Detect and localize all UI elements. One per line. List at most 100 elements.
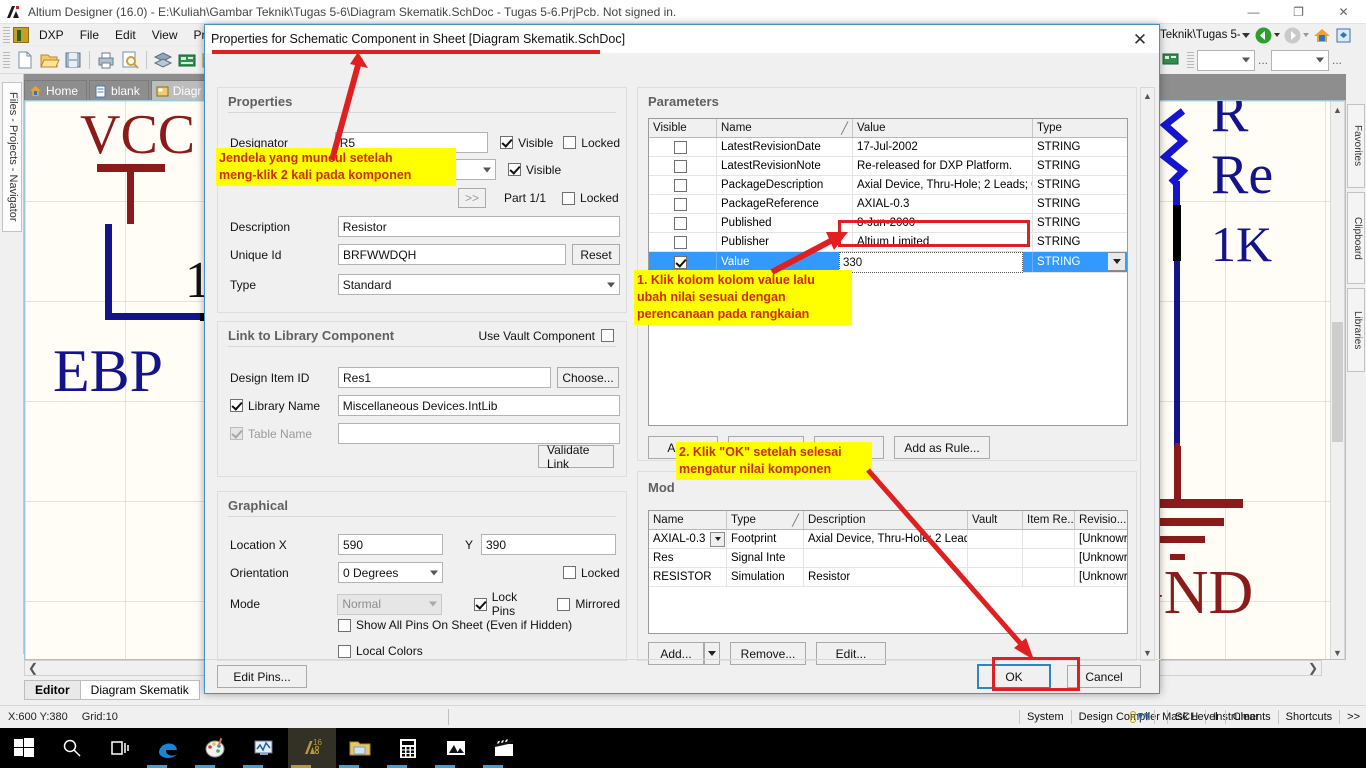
close-icon[interactable]: ✕ [1321, 0, 1366, 24]
component-icon[interactable] [1161, 49, 1183, 71]
task-view-icon[interactable] [96, 728, 144, 768]
row-value[interactable]: 17-Jul-2002 [853, 138, 1033, 156]
orientation-combo[interactable]: 0 Degrees [338, 562, 443, 583]
unique-id-input[interactable]: BRFWWDQH [338, 244, 566, 265]
editor-tab-diagram-skematik[interactable]: Diagram Skematik [79, 680, 200, 700]
save-icon[interactable] [62, 49, 84, 71]
table-row[interactable]: LatestRevisionNote Re-released for DXP Pl… [649, 157, 1127, 176]
location-y-input[interactable]: 390 [481, 534, 616, 555]
table-row[interactable]: Res Signal Inte [Unknowr [649, 549, 1127, 568]
edit-pins-button[interactable]: Edit Pins... [217, 665, 307, 688]
table-row[interactable]: LatestRevisionDate 17-Jul-2002 STRING [649, 138, 1127, 157]
column-name[interactable]: Name [721, 122, 752, 134]
menubar-grip[interactable] [3, 26, 10, 43]
maximize-icon[interactable]: ❐ [1276, 0, 1321, 24]
models-table[interactable]: Name Type ╱ Description Vault Item Re...… [648, 510, 1128, 634]
refresh-icon[interactable] [1335, 27, 1352, 44]
sidebar-panel-libraries[interactable]: Libraries [1347, 288, 1365, 372]
column-vault[interactable]: Vault [968, 511, 1023, 529]
monitor-icon[interactable] [240, 728, 288, 768]
scroll-up-icon[interactable]: ▲ [1141, 88, 1154, 103]
comment-visible-checkbox[interactable]: Visible [508, 163, 561, 177]
designator-visible-checkbox[interactable]: Visible [500, 136, 553, 150]
status-link-shortcuts[interactable]: Shortcuts [1277, 710, 1339, 724]
doc-tab-blank[interactable]: blank [89, 80, 149, 101]
choose-button[interactable]: Choose... [557, 367, 619, 388]
print-icon[interactable] [95, 49, 117, 71]
row-visible-checkbox[interactable] [673, 178, 687, 192]
menu-item-view[interactable]: View [144, 26, 186, 44]
row-visible-checkbox[interactable] [673, 159, 687, 173]
show-all-pins-checkbox[interactable]: Show All Pins On Sheet (Even if Hidden) [338, 618, 572, 632]
pcb-stack-icon[interactable] [152, 49, 174, 71]
forward-icon[interactable] [1284, 27, 1301, 44]
expand-comment-button[interactable]: >> [458, 188, 486, 208]
table-row[interactable]: PackageDescription Axial Device, Thru-Hol… [649, 176, 1127, 195]
paint-icon[interactable] [192, 728, 240, 768]
designator-locked-checkbox[interactable]: Locked [563, 136, 620, 150]
sidebar-panel-files-projects-navigator[interactable]: Files - Projects - Navigator ... [0, 82, 22, 232]
mirrored-checkbox[interactable]: Mirrored [557, 597, 620, 611]
altium-icon[interactable]: 16 [288, 728, 336, 768]
column-value[interactable]: Value [853, 119, 1033, 137]
column-description[interactable]: Description [804, 511, 968, 529]
column-type[interactable]: Type [1033, 119, 1127, 137]
parameters-add-as-rule-button[interactable]: Add as Rule... [894, 436, 990, 459]
local-colors-checkbox[interactable]: Local Colors [338, 644, 423, 658]
mask-filter-icon[interactable] [1129, 710, 1151, 724]
new-document-icon[interactable] [14, 49, 36, 71]
row-visible-checkbox[interactable] [673, 255, 687, 269]
sidebar-panel-favorites[interactable]: Favorites [1347, 104, 1365, 188]
scroll-left-icon[interactable]: ❮ [28, 661, 38, 675]
menu-item-file[interactable]: File [72, 26, 107, 44]
forward-dropdown-icon[interactable] [1303, 33, 1309, 37]
row-type-dropdown-icon[interactable] [1107, 252, 1126, 271]
doc-tab-diagram[interactable]: Diagr [150, 80, 211, 101]
column-revision[interactable]: Revisio... [1075, 511, 1127, 529]
sidebar-panel-clipboard[interactable]: Clipboard [1347, 192, 1365, 284]
model-name-dropdown-icon[interactable] [710, 531, 725, 547]
dialog-vertical-scrollbar[interactable]: ▲ ▼ [1140, 87, 1155, 661]
menu-item-dxp[interactable]: DXP [31, 26, 72, 44]
design-item-id-input[interactable]: Res1 [338, 367, 551, 388]
row-value[interactable]: AXIAL-0.3 [853, 195, 1033, 213]
library-name-checkbox[interactable]: Library Name [230, 399, 338, 413]
table-row[interactable]: AXIAL-0.3 Footprint Axial Device, Thru-H… [649, 530, 1127, 549]
photos-icon[interactable] [432, 728, 480, 768]
parameter-value-editor[interactable]: 330 [839, 252, 1023, 273]
toolbar-grip[interactable] [3, 51, 10, 68]
explorer-icon[interactable] [336, 728, 384, 768]
row-value[interactable]: Axial Device, Thru-Hole; 2 Leads; 0. [853, 176, 1033, 194]
ellipsis-2[interactable]: ... [1332, 53, 1342, 67]
description-input[interactable]: Resistor [337, 216, 620, 237]
filter-combo-1[interactable] [1197, 49, 1255, 71]
lock-pins-checkbox[interactable]: Lock Pins [473, 590, 544, 618]
row-visible-checkbox[interactable] [673, 235, 687, 249]
use-vault-component-checkbox[interactable]: Use Vault Component [478, 329, 614, 343]
dialog-close-icon[interactable]: ✕ [1125, 28, 1155, 52]
library-name-input[interactable]: Miscellaneous Devices.IntLib [337, 395, 620, 416]
part-locked-checkbox[interactable]: Locked [562, 191, 619, 205]
column-visible[interactable]: Visible [649, 119, 717, 137]
back-icon[interactable] [1255, 27, 1272, 44]
doc-tab-home[interactable]: Home [24, 80, 88, 101]
reset-unique-id-button[interactable]: Reset [572, 244, 620, 265]
row-visible-checkbox[interactable] [673, 140, 687, 154]
column-item-rev[interactable]: Item Re... [1023, 511, 1075, 529]
ellipsis-1[interactable]: ... [1258, 53, 1268, 67]
search-icon[interactable] [48, 728, 96, 768]
scroll-down-icon[interactable]: ▼ [1331, 645, 1344, 659]
minimize-icon[interactable]: — [1231, 0, 1276, 24]
status-link-more[interactable]: >> [1339, 710, 1366, 724]
location-x-input[interactable]: 590 [338, 534, 443, 555]
status-link-system[interactable]: System [1018, 710, 1071, 724]
orientation-locked-checkbox[interactable]: Locked [563, 566, 620, 580]
row-value[interactable]: Re-released for DXP Platform. [853, 157, 1033, 175]
menu-item-edit[interactable]: Edit [107, 26, 144, 44]
table-row[interactable]: RESISTOR Simulation Resistor [Unknowr [649, 568, 1127, 587]
canvas-scroll-thumb[interactable] [1332, 322, 1343, 442]
scroll-up-icon[interactable]: ▲ [1331, 102, 1344, 117]
row-visible-checkbox[interactable] [673, 216, 687, 230]
row-visible-checkbox[interactable] [673, 197, 687, 211]
scroll-down-icon[interactable]: ▼ [1141, 645, 1154, 660]
